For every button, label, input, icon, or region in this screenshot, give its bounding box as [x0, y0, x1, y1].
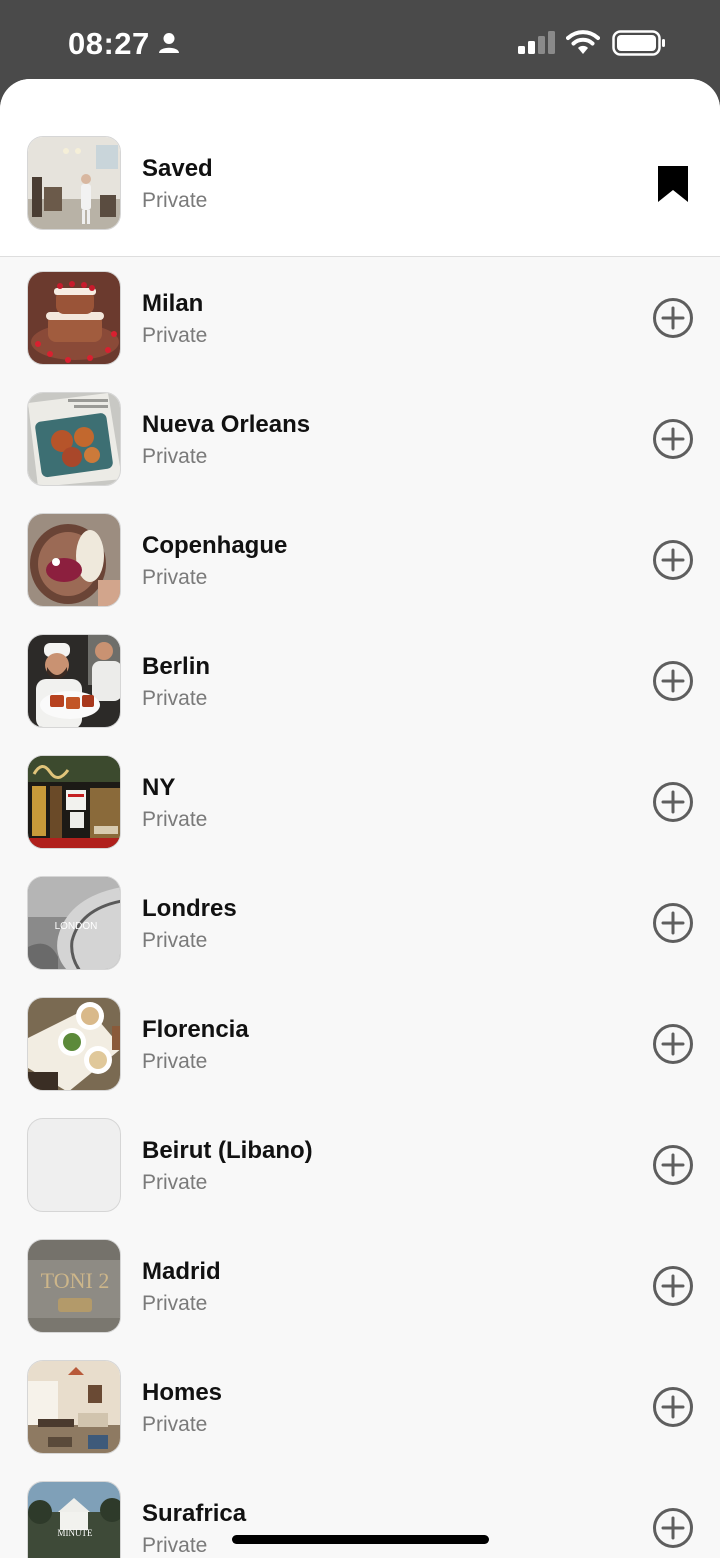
collection-thumbnail-placeholder: [27, 1118, 121, 1212]
save-to-collection-sheet: Saved Private Milan Private Nueva Orlean…: [0, 79, 720, 1558]
collection-title: Homes: [142, 1379, 223, 1406]
collection-subtitle: Private: [142, 566, 208, 589]
collection-row-milan[interactable]: Milan Private: [0, 258, 720, 379]
collection-row-homes[interactable]: Homes Private: [0, 1347, 720, 1468]
collection-row-surafrica[interactable]: MINUTE Surafrica Private: [0, 1468, 720, 1558]
add-circle-icon[interactable]: [652, 781, 694, 823]
add-circle-icon[interactable]: [652, 539, 694, 581]
collection-row-copenhague[interactable]: Copenhague Private: [0, 500, 720, 621]
collection-thumbnail: [27, 997, 121, 1091]
thumbnail-text: TONI 2: [41, 1268, 110, 1293]
collection-thumbnail: [27, 634, 121, 728]
collection-row-berlin[interactable]: Berlin Private: [0, 621, 720, 742]
collection-row-beirut[interactable]: Beirut (Libano) Private: [0, 1105, 720, 1226]
thumbnail-text: MINUTE: [58, 1528, 93, 1538]
collection-row-londres[interactable]: LONDON Londres Private: [0, 863, 720, 984]
collection-thumbnail: LONDON: [27, 876, 121, 970]
saved-subtitle: Private: [142, 189, 208, 212]
collection-title: Madrid: [142, 1258, 221, 1285]
battery-icon: [612, 30, 665, 56]
collection-subtitle: Private: [142, 808, 208, 831]
collection-thumbnail: MINUTE: [27, 1481, 121, 1558]
status-time: 08:27: [68, 26, 150, 61]
add-circle-icon[interactable]: [652, 1386, 694, 1428]
collection-thumbnail: [27, 392, 121, 486]
bookmark-icon[interactable]: [655, 164, 691, 204]
collection-thumbnail: [27, 1360, 121, 1454]
collection-title: NY: [142, 774, 176, 801]
status-bar: 08:27: [0, 0, 720, 80]
collection-subtitle: Private: [142, 1292, 208, 1315]
collection-subtitle: Private: [142, 445, 208, 468]
collection-subtitle: Private: [142, 1171, 208, 1194]
collection-row-nueva-orleans[interactable]: Nueva Orleans Private: [0, 379, 720, 500]
collection-title: Surafrica: [142, 1500, 247, 1527]
collection-thumbnail: [27, 755, 121, 849]
collection-title: Beirut (Libano): [142, 1137, 313, 1164]
add-circle-icon[interactable]: [652, 1023, 694, 1065]
collection-row-ny[interactable]: NY Private: [0, 742, 720, 863]
person-icon: [159, 33, 179, 53]
collection-thumbnail: [27, 513, 121, 607]
saved-row[interactable]: Saved Private: [0, 79, 720, 257]
collection-title: Florencia: [142, 1016, 249, 1043]
saved-thumbnail: [27, 136, 121, 230]
collection-subtitle: Private: [142, 687, 208, 710]
signal-icon: [518, 31, 555, 54]
add-circle-icon[interactable]: [652, 1265, 694, 1307]
add-circle-icon[interactable]: [652, 902, 694, 944]
add-circle-icon[interactable]: [652, 297, 694, 339]
collection-subtitle: Private: [142, 1534, 208, 1557]
add-circle-icon[interactable]: [652, 1144, 694, 1186]
saved-title: Saved: [142, 155, 213, 182]
collection-subtitle: Private: [142, 1050, 208, 1073]
wifi-icon: [566, 30, 600, 54]
collection-thumbnail: [27, 271, 121, 365]
collection-title: Milan: [142, 290, 204, 317]
add-circle-icon[interactable]: [652, 1507, 694, 1549]
collection-title: Copenhague: [142, 532, 288, 559]
collection-title: Nueva Orleans: [142, 411, 311, 438]
collection-thumbnail: TONI 2: [27, 1239, 121, 1333]
collection-subtitle: Private: [142, 1413, 208, 1436]
add-circle-icon[interactable]: [652, 418, 694, 460]
collection-row-madrid[interactable]: TONI 2 Madrid Private: [0, 1226, 720, 1347]
home-indicator[interactable]: [232, 1535, 489, 1544]
collection-subtitle: Private: [142, 324, 208, 347]
collection-title: Berlin: [142, 653, 211, 680]
collection-subtitle: Private: [142, 929, 208, 952]
thumbnail-text: LONDON: [55, 921, 98, 932]
collection-title: Londres: [142, 895, 237, 922]
add-circle-icon[interactable]: [652, 660, 694, 702]
collection-row-florencia[interactable]: Florencia Private: [0, 984, 720, 1105]
